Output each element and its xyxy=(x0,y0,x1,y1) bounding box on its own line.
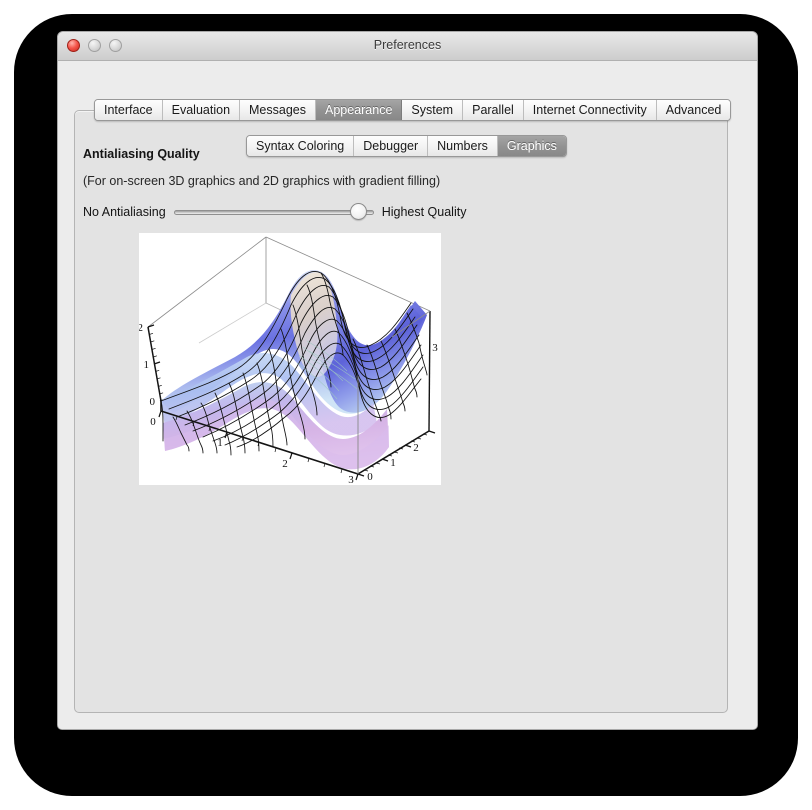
antialiasing-quality-slider-row: No Antialiasing Highest Quality xyxy=(83,203,466,221)
tab-messages[interactable]: Messages xyxy=(240,100,316,120)
tab-debugger[interactable]: Debugger xyxy=(354,136,429,156)
tab-numbers[interactable]: Numbers xyxy=(428,136,498,156)
window-body: Antialiasing Quality (For on-screen 3D g… xyxy=(58,61,757,729)
tab-advanced[interactable]: Advanced xyxy=(656,100,731,120)
preferences-content-panel: Antialiasing Quality (For on-screen 3D g… xyxy=(74,110,728,713)
tab-evaluation[interactable]: Evaluation xyxy=(162,100,241,120)
preferences-window: Preferences Antialiasing Quality (For on… xyxy=(57,31,758,730)
tab-graphics[interactable]: Graphics xyxy=(497,136,566,156)
svg-text:2: 2 xyxy=(282,458,288,470)
svg-text:0: 0 xyxy=(150,416,156,428)
svg-text:1: 1 xyxy=(217,437,223,449)
primary-tab-bar: Interface Evaluation Messages Appearance… xyxy=(94,99,732,121)
slider-track[interactable] xyxy=(173,210,374,215)
slider-thumb[interactable] xyxy=(349,203,367,220)
plot3d-surface-svg: 2 1 0 xyxy=(139,233,441,485)
antialiasing-quality-slider[interactable] xyxy=(173,203,374,221)
svg-text:0: 0 xyxy=(150,396,156,408)
slider-min-label: No Antialiasing xyxy=(83,205,166,219)
sample-3d-plot: 2 1 0 xyxy=(139,233,441,485)
antialiasing-description: (For on-screen 3D graphics and 2D graphi… xyxy=(83,174,441,188)
svg-text:1: 1 xyxy=(144,359,150,371)
tab-interface[interactable]: Interface xyxy=(95,100,163,120)
page-title: Antialiasing Quality xyxy=(83,147,200,161)
tab-parallel[interactable]: Parallel xyxy=(463,100,524,120)
tab-internet-connectivity[interactable]: Internet Connectivity xyxy=(523,100,657,120)
tab-appearance[interactable]: Appearance xyxy=(316,100,403,120)
svg-text:2: 2 xyxy=(413,442,419,454)
svg-text:2: 2 xyxy=(139,322,143,334)
slider-max-label: Highest Quality xyxy=(381,205,467,219)
svg-text:3: 3 xyxy=(348,474,354,485)
tab-system[interactable]: System xyxy=(402,100,464,120)
tab-syntax-coloring[interactable]: Syntax Coloring xyxy=(247,136,355,156)
secondary-tab-group: Syntax Coloring Debugger Numbers Graphic… xyxy=(246,135,567,157)
svg-text:0: 0 xyxy=(367,471,373,483)
window-titlebar[interactable]: Preferences xyxy=(58,32,757,61)
secondary-tab-bar: Syntax Coloring Debugger Numbers Graphic… xyxy=(246,135,567,157)
window-title: Preferences xyxy=(373,38,442,52)
primary-tab-group: Interface Evaluation Messages Appearance… xyxy=(94,99,732,121)
svg-text:3: 3 xyxy=(432,342,438,354)
svg-text:1: 1 xyxy=(390,457,396,469)
